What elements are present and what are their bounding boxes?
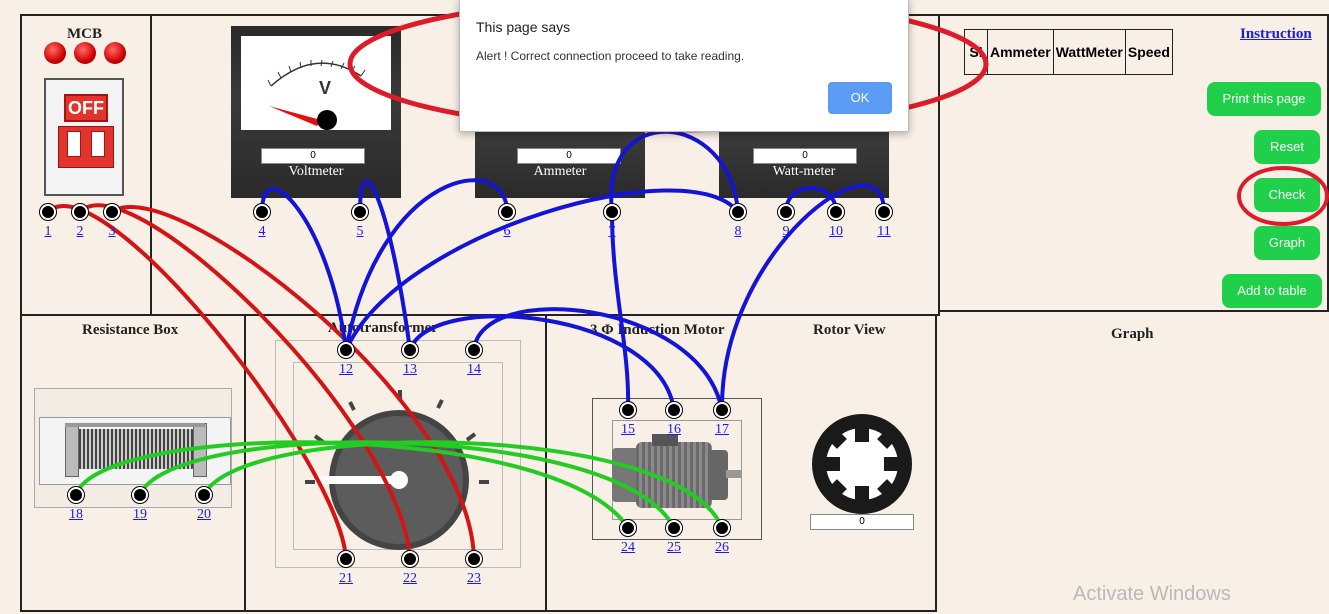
- table-header-sl: Sl: [964, 29, 988, 75]
- results-table: Sl Ammeter WattMeter Speed: [964, 29, 1173, 75]
- dialog-message: Alert ! Correct connection proceed to ta…: [476, 49, 745, 63]
- ammeter-name: Ammeter: [533, 164, 587, 179]
- dialog-ok-button[interactable]: OK: [828, 82, 892, 114]
- graph-title: Graph: [1111, 326, 1154, 342]
- mcb-lever: [58, 126, 114, 168]
- terminal-22[interactable]: [402, 551, 418, 567]
- terminal-label-3[interactable]: 3: [97, 224, 127, 240]
- voltmeter-scale-icon: V: [267, 59, 366, 130]
- terminal-label-11[interactable]: 11: [869, 224, 899, 240]
- mcb-switch[interactable]: OFF: [44, 78, 124, 196]
- alert-dialog: This page says Alert ! Correct connectio…: [459, 0, 909, 132]
- terminal-label-26[interactable]: 26: [707, 540, 737, 556]
- terminal-10[interactable]: [828, 204, 844, 220]
- terminal-18[interactable]: [68, 487, 84, 503]
- terminal-label-20[interactable]: 20: [189, 507, 219, 523]
- voltmeter-name: Voltmeter: [288, 164, 344, 179]
- motor-icon: [612, 434, 742, 508]
- terminal-19[interactable]: [132, 487, 148, 503]
- terminal-11[interactable]: [876, 204, 892, 220]
- terminal-label-22[interactable]: 22: [395, 571, 425, 587]
- terminal-label-5[interactable]: 5: [345, 224, 375, 240]
- terminal-23[interactable]: [466, 551, 482, 567]
- terminal-label-2[interactable]: 2: [65, 224, 95, 240]
- table-header-speed: Speed: [1124, 29, 1173, 75]
- terminal-9[interactable]: [778, 204, 794, 220]
- terminal-17[interactable]: [714, 402, 730, 418]
- table-header-wattmeter: WattMeter: [1052, 29, 1126, 75]
- terminal-16[interactable]: [666, 402, 682, 418]
- print-button[interactable]: Print this page: [1207, 82, 1321, 116]
- terminal-label-10[interactable]: 10: [821, 224, 851, 240]
- terminal-26[interactable]: [714, 520, 730, 536]
- terminal-1[interactable]: [40, 204, 56, 220]
- voltmeter-dial: V: [241, 36, 391, 130]
- terminal-25[interactable]: [666, 520, 682, 536]
- terminal-14[interactable]: [466, 342, 482, 358]
- terminal-7[interactable]: [604, 204, 620, 220]
- terminal-label-1[interactable]: 1: [33, 224, 63, 240]
- terminal-21[interactable]: [338, 551, 354, 567]
- terminal-label-24[interactable]: 24: [613, 540, 643, 556]
- indicator-light-icon: [104, 42, 126, 64]
- dialog-title: This page says: [476, 19, 571, 35]
- terminal-label-13[interactable]: 13: [395, 362, 425, 378]
- windows-activation-watermark: Activate Windows: [1073, 583, 1231, 605]
- indicator-light-icon: [74, 42, 96, 64]
- terminal-5[interactable]: [352, 204, 368, 220]
- rotor-speed-reading: 0: [810, 514, 914, 530]
- indicator-light-icon: [44, 42, 66, 64]
- terminal-4[interactable]: [254, 204, 270, 220]
- terminal-20[interactable]: [196, 487, 212, 503]
- terminal-label-16[interactable]: 16: [659, 422, 689, 438]
- terminal-label-17[interactable]: 17: [707, 422, 737, 438]
- voltmeter: V 0 Voltmeter: [231, 26, 401, 198]
- terminal-label-8[interactable]: 8: [723, 224, 753, 240]
- autotransformer-title: Autotransformer: [328, 320, 438, 336]
- terminal-label-19[interactable]: 19: [125, 507, 155, 523]
- terminal-label-12[interactable]: 12: [331, 362, 361, 378]
- svg-text:V: V: [319, 78, 331, 98]
- terminal-13[interactable]: [402, 342, 418, 358]
- ammeter-reading: 0: [517, 148, 621, 164]
- resistance-box-title: Resistance Box: [82, 322, 179, 338]
- rotor-icon: [812, 414, 912, 514]
- terminal-label-7[interactable]: 7: [597, 224, 627, 240]
- terminal-15[interactable]: [620, 402, 636, 418]
- mcb-title: MCB: [67, 26, 102, 42]
- motor-title: 3 Φ Induction Motor: [590, 322, 725, 338]
- terminal-label-4[interactable]: 4: [247, 224, 277, 240]
- wattmeter-name: Watt-meter: [772, 164, 836, 179]
- terminal-label-23[interactable]: 23: [459, 571, 489, 587]
- table-header-ammeter: Ammeter: [987, 29, 1054, 75]
- autotransformer-dial-icon: [305, 390, 489, 550]
- terminal-6[interactable]: [499, 204, 515, 220]
- terminal-24[interactable]: [620, 520, 636, 536]
- terminal-label-6[interactable]: 6: [492, 224, 522, 240]
- terminal-label-9[interactable]: 9: [771, 224, 801, 240]
- terminal-label-14[interactable]: 14: [459, 362, 489, 378]
- terminal-label-18[interactable]: 18: [61, 507, 91, 523]
- terminal-12[interactable]: [338, 342, 354, 358]
- terminal-2[interactable]: [72, 204, 88, 220]
- mcb-off-label: OFF: [64, 94, 108, 122]
- instruction-link[interactable]: Instruction: [1240, 26, 1312, 43]
- terminal-label-15[interactable]: 15: [613, 422, 643, 438]
- terminal-8[interactable]: [730, 204, 746, 220]
- add-to-table-button[interactable]: Add to table: [1222, 274, 1322, 308]
- graph-button[interactable]: Graph: [1254, 226, 1320, 260]
- reset-button[interactable]: Reset: [1254, 130, 1320, 164]
- terminal-3[interactable]: [104, 204, 120, 220]
- terminal-label-25[interactable]: 25: [659, 540, 689, 556]
- wattmeter-reading: 0: [753, 148, 857, 164]
- rotor-view-title: Rotor View: [813, 322, 886, 338]
- voltmeter-reading: 0: [261, 148, 365, 164]
- terminal-label-21[interactable]: 21: [331, 571, 361, 587]
- check-button[interactable]: Check: [1254, 178, 1320, 212]
- rheostat-coil-icon: [75, 429, 195, 469]
